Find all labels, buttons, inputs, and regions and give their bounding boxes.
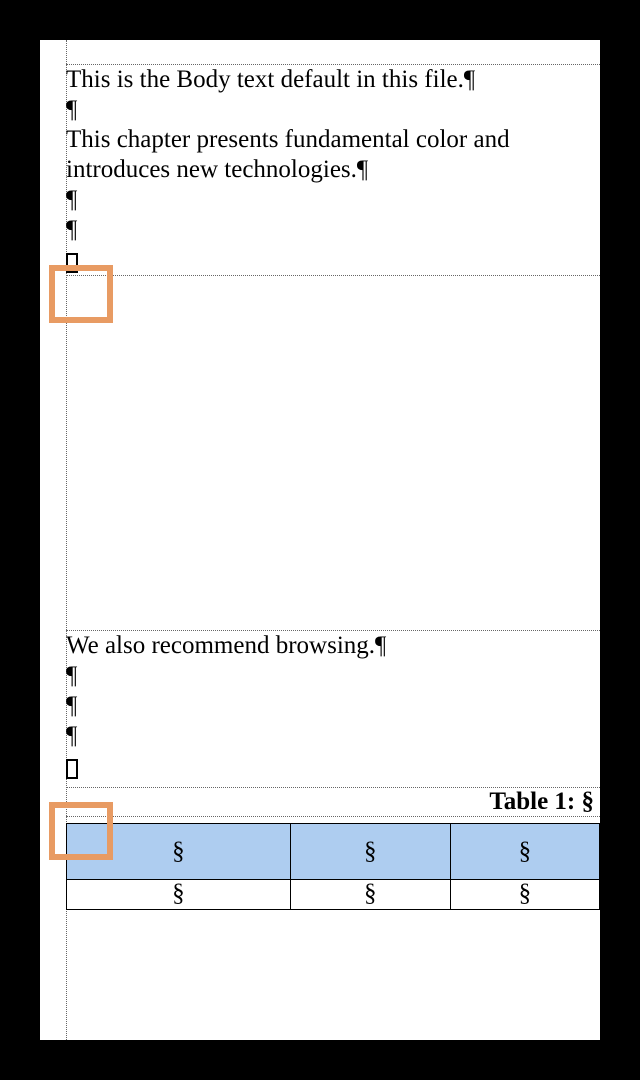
anchor-icon [66, 253, 78, 273]
text-block-2: We also recommend browsing.¶ ¶ ¶ ¶ [66, 630, 600, 781]
table-header-cell[interactable]: § [67, 824, 291, 880]
frame-placeholder[interactable] [66, 276, 600, 630]
anchor-paragraph[interactable] [66, 751, 600, 781]
document-page[interactable]: This is the Body text default in this fi… [40, 40, 600, 1040]
empty-paragraph[interactable]: ¶ [66, 185, 600, 215]
anchor-paragraph[interactable] [66, 245, 600, 276]
anchor-icon [66, 759, 78, 779]
table-header-row: § § § [67, 824, 600, 880]
table-cell[interactable]: § [450, 880, 599, 910]
document-content[interactable]: This is the Body text default in this fi… [66, 64, 600, 1040]
table-header-cell[interactable]: § [290, 824, 450, 880]
empty-paragraph[interactable]: ¶ [66, 215, 600, 245]
table-header-cell[interactable]: § [450, 824, 599, 880]
paragraph-2[interactable]: This chapter presents fundamental color … [66, 125, 600, 185]
table-cell[interactable]: § [290, 880, 450, 910]
text-block-1: This is the Body text default in this fi… [66, 64, 600, 276]
empty-paragraph[interactable]: ¶ [66, 721, 600, 751]
empty-paragraph[interactable]: ¶ [66, 691, 600, 721]
table-caption[interactable]: Table 1: § [66, 787, 600, 817]
empty-paragraph[interactable]: ¶ [66, 661, 600, 691]
table-cell[interactable]: § [67, 880, 291, 910]
table-row: § § § [67, 880, 600, 910]
data-table[interactable]: § § § § § § [66, 823, 600, 910]
paragraph-3[interactable]: We also recommend browsing.¶ [66, 631, 600, 661]
empty-paragraph[interactable]: ¶ [66, 95, 600, 125]
paragraph-1[interactable]: This is the Body text default in this fi… [66, 65, 600, 95]
